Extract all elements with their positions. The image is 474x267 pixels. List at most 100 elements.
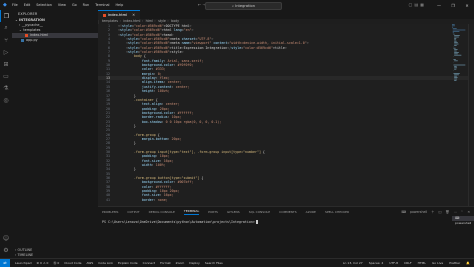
status-zoom[interactable]: Zoom <box>176 261 185 265</box>
testing-icon[interactable]: ⚗ <box>0 82 12 94</box>
status-aws[interactable]: AWS <box>86 261 93 265</box>
account-icon[interactable]: ☺ <box>0 232 12 244</box>
breadcrumb-item[interactable]: templates <box>102 19 118 23</box>
status-cloud-code[interactable]: Cloud Code <box>64 261 81 265</box>
minimize-button[interactable]: — <box>432 3 446 8</box>
outline-label: OUTLINE <box>17 248 32 252</box>
settings-gear-icon[interactable]: ⚙ <box>0 244 12 256</box>
layout-controls[interactable]: ▢▤▦ <box>409 2 426 7</box>
close-button[interactable]: ✕ <box>460 3 474 8</box>
menu-help[interactable]: Help <box>116 3 124 7</box>
code-line[interactable]: 41 border: none; <box>98 198 474 202</box>
minimap-line <box>454 41 457 42</box>
status-search-files[interactable]: Search Files <box>205 261 223 265</box>
code-text: border: none; <box>118 198 168 202</box>
minimap-line <box>454 53 458 54</box>
terminal-output[interactable]: PS C:\Users\Lenovo\OneDrive\Documents\py… <box>102 220 258 224</box>
back-arrow-icon[interactable]: ← <box>198 2 201 7</box>
search-view-icon[interactable]: ⌕ <box>0 22 12 34</box>
terminal-shell-icon: ⌨ <box>401 210 406 214</box>
tab-sql-console[interactable]: SQL CONSOLE <box>249 210 270 214</box>
minimap-line <box>452 24 455 25</box>
vscode-logo-icon: ◆ <box>3 3 8 8</box>
tab-output[interactable]: OUTPUT <box>127 210 139 214</box>
tab-problems[interactable]: PROBLEMS <box>102 210 118 214</box>
status-format[interactable]: Format <box>160 261 171 265</box>
status-launchpad[interactable]: Launchpad <box>15 261 32 265</box>
tab-spell-checker[interactable]: SPELL CHECKER <box>325 210 349 214</box>
timeline-label: TIMELINE <box>17 253 33 257</box>
kill-terminal-icon[interactable]: 🗑 <box>445 210 449 214</box>
tab-ports[interactable]: PORTS <box>208 210 218 214</box>
close-panel-icon[interactable]: ✕ <box>467 210 470 214</box>
new-terminal-icon[interactable]: ＋ <box>431 209 434 214</box>
notifications-bell-icon[interactable]: 🔔 <box>466 261 470 265</box>
tree-item-label: index.html <box>30 33 48 37</box>
menu-terminal[interactable]: Terminal <box>95 3 109 7</box>
more-actions-icon[interactable]: ⋯ <box>453 210 456 214</box>
terminal-list-item[interactable]: ⌨ powershell <box>452 216 474 221</box>
status-connect[interactable]: Connect <box>143 261 155 265</box>
extensions-icon[interactable]: ⊞ <box>0 58 12 70</box>
menu-go[interactable]: Go <box>72 3 77 7</box>
status-go-live[interactable]: Go Live <box>432 261 443 265</box>
minimap-line <box>452 25 455 26</box>
editor-scrollbar[interactable] <box>468 24 474 206</box>
code-editor[interactable]: 1<!style="color:#569cd6">DOCTYPE html>2<… <box>98 24 474 206</box>
tab-comments[interactable]: COMMENTS <box>279 210 297 214</box>
maximize-button[interactable]: ❐ <box>446 3 460 8</box>
source-control-icon[interactable]: ⑂ <box>0 34 12 46</box>
minimap-line <box>454 49 457 50</box>
status-explain-code[interactable]: Explain Code <box>118 261 138 265</box>
minimap-line <box>453 32 454 33</box>
breadcrumb-item[interactable]: html <box>146 19 153 23</box>
tab-debug-console[interactable]: DEBUG CONSOLE <box>149 210 175 214</box>
menu-edit[interactable]: Edit <box>24 3 31 7</box>
gitlens-icon[interactable]: ◎ <box>0 94 12 106</box>
breadcrumb-item[interactable]: style <box>158 19 166 23</box>
remote-explorer-icon[interactable]: ▭ <box>0 70 12 82</box>
status-code-link[interactable]: Code Link <box>98 261 113 265</box>
explorer-icon[interactable]: ❐ <box>0 10 12 22</box>
chevron-right-icon: › <box>142 19 143 23</box>
menu-selection[interactable]: Selection <box>36 3 52 7</box>
command-center-search[interactable]: ⌕ Integration <box>205 2 282 10</box>
line-number: 41 <box>98 198 118 202</box>
minimap-line <box>453 31 460 32</box>
tab-gitlens[interactable]: GITLENS <box>227 210 240 214</box>
status-problems[interactable]: ⊗ 0 ⚠ 0 <box>37 261 49 265</box>
minimap-line <box>454 77 457 78</box>
html-file-icon <box>25 34 28 37</box>
minimap-line <box>454 66 457 67</box>
panel-actions: ⌨ powershell ＋ ◫ 🗑 ⋯ ⌃ ✕ <box>397 209 470 214</box>
status-ports[interactable]: Ⓦ 0 <box>53 261 59 265</box>
chevron-right-icon: › <box>154 19 155 23</box>
split-terminal-icon[interactable]: ◫ <box>438 210 441 214</box>
code-lines[interactable]: 1<!style="color:#569cd6">DOCTYPE html>2<… <box>98 24 474 202</box>
customize-layout-icon[interactable]: ▦ <box>420 2 426 7</box>
status-prettier[interactable]: Prettier <box>449 261 460 265</box>
breadcrumb-item[interactable]: body <box>171 19 179 23</box>
minimap-line <box>453 73 459 74</box>
tree-item-app-py[interactable]: app.py <box>12 38 98 43</box>
status-eol[interactable]: CRLF <box>404 261 412 265</box>
status-encoding[interactable]: UTF-8 <box>389 261 398 265</box>
menu-file[interactable]: File <box>12 3 18 7</box>
minimap-line <box>453 48 455 49</box>
menu-run[interactable]: Run <box>83 3 90 7</box>
minimap[interactable] <box>452 24 466 84</box>
run-debug-icon[interactable]: ▷ <box>0 46 12 58</box>
status-cursor-position[interactable]: Ln 13, Col 27 <box>343 261 363 265</box>
status-language[interactable]: HTML <box>418 261 426 265</box>
status-indentation[interactable]: Spaces: 4 <box>369 261 384 265</box>
tab-azure[interactable]: AZURE <box>306 210 316 214</box>
menu-view[interactable]: View <box>58 3 66 7</box>
breadcrumb-item[interactable]: index.html <box>123 19 140 23</box>
minimap-line <box>454 76 457 77</box>
tab-terminal[interactable]: TERMINAL <box>184 209 199 215</box>
minimap-line <box>454 42 458 43</box>
minimap-line <box>453 34 454 35</box>
minimap-line <box>453 28 457 29</box>
maximize-panel-icon[interactable]: ⌃ <box>461 210 464 214</box>
status-deploy[interactable]: Deploy <box>189 261 200 265</box>
